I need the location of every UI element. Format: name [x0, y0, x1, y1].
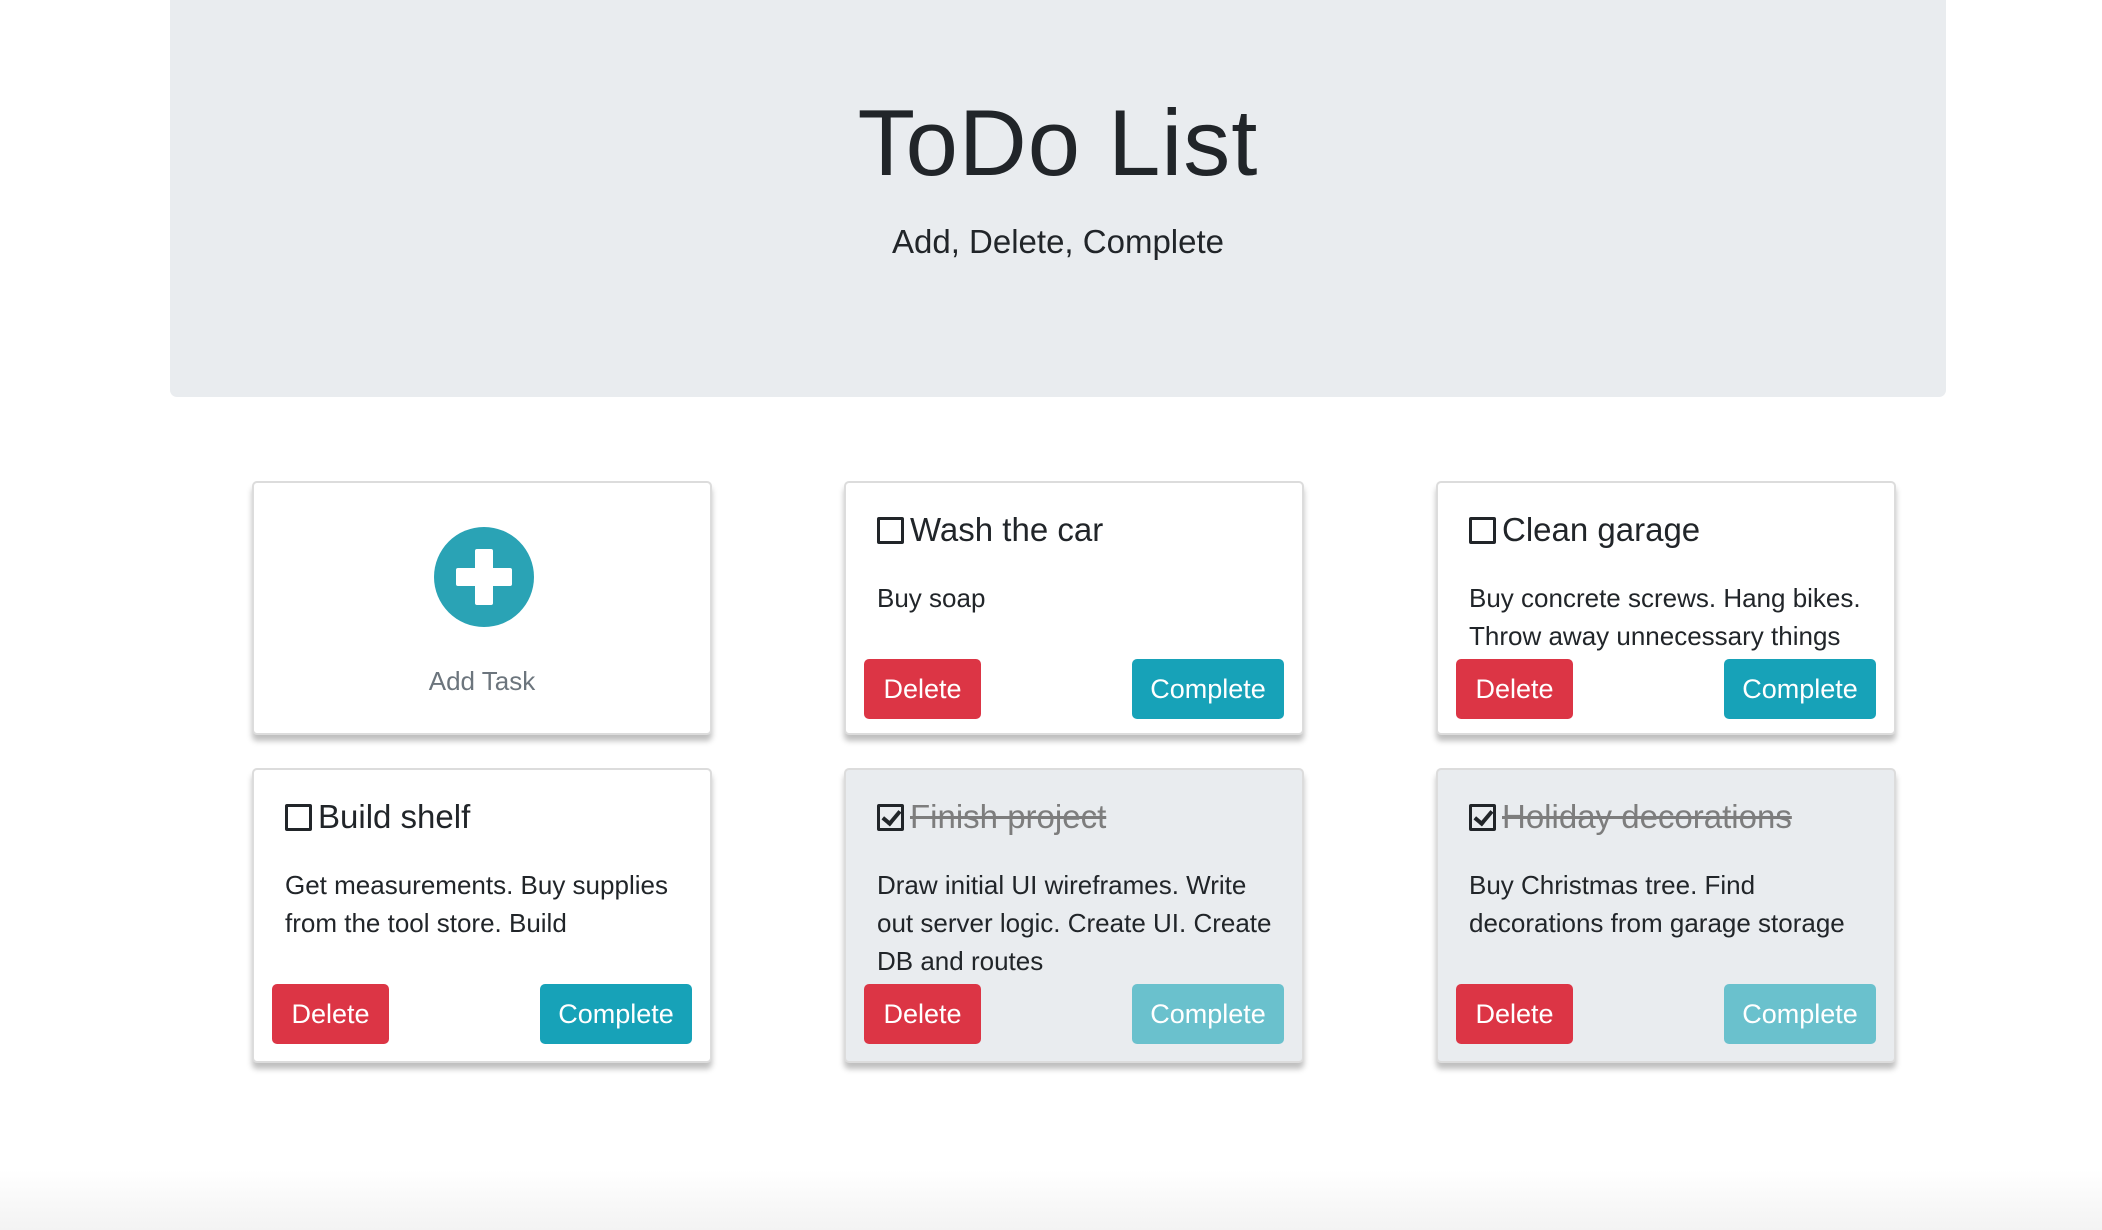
checkbox-unchecked-icon[interactable]	[1469, 516, 1496, 544]
delete-button[interactable]: Delete	[864, 984, 981, 1044]
task-card: Clean garage Buy concrete screws. Hang b…	[1436, 481, 1896, 735]
checkbox-unchecked-icon[interactable]	[877, 516, 904, 544]
task-title-text: Holiday decorations	[1502, 798, 1792, 835]
task-title-text: Wash the car	[910, 511, 1104, 548]
task-card: Wash the car Buy soap Delete Complete	[844, 481, 1304, 735]
add-icon[interactable]	[434, 527, 534, 627]
checkbox-checked-icon[interactable]	[877, 803, 904, 831]
task-description: Get measurements. Buy supplies from the …	[285, 870, 668, 938]
complete-button[interactable]: Complete	[1132, 984, 1284, 1044]
task-title-text: Finish project	[910, 798, 1107, 835]
add-task-label: Add Task	[428, 666, 536, 696]
complete-button[interactable]: Complete	[540, 984, 692, 1044]
task-description: Buy Christmas tree. Find decorations fro…	[1469, 870, 1845, 938]
complete-button[interactable]: Complete	[1724, 659, 1876, 719]
page-subtitle: Add, Delete, Complete	[891, 223, 1224, 260]
task-card-completed: Holiday decorations Buy Christmas tree. …	[1436, 768, 1896, 1063]
delete-button[interactable]: Delete	[1456, 984, 1573, 1044]
delete-button[interactable]: Delete	[272, 984, 389, 1044]
task-card-completed: Finish project Draw initial UI wireframe…	[844, 768, 1304, 1063]
delete-button[interactable]: Delete	[1456, 659, 1573, 719]
task-title: Wash the car	[877, 511, 1103, 549]
task-description: Buy concrete screws. Hang bikes. Throw a…	[1469, 583, 1861, 651]
delete-button[interactable]: Delete	[864, 659, 981, 719]
checkbox-unchecked-icon[interactable]	[285, 803, 312, 831]
task-title: Clean garage	[1469, 511, 1700, 549]
checkbox-checked-icon[interactable]	[1469, 803, 1496, 831]
task-title-text: Build shelf	[318, 798, 471, 835]
complete-button[interactable]: Complete	[1724, 984, 1876, 1044]
complete-button[interactable]: Complete	[1132, 659, 1284, 719]
task-title: Holiday decorations	[1469, 798, 1792, 836]
page-title: ToDo List	[857, 90, 1259, 195]
header-jumbotron: ToDo List Add, Delete, Complete	[170, 0, 1946, 397]
task-card: Build shelf Get measurements. Buy suppli…	[252, 768, 712, 1063]
page: ToDo List Add, Delete, Complete Add Task…	[0, 0, 2102, 1230]
task-title: Build shelf	[285, 798, 470, 836]
task-description: Buy soap	[877, 583, 986, 613]
task-title-text: Clean garage	[1502, 511, 1701, 548]
add-task-card[interactable]: Add Task	[252, 481, 712, 735]
task-title: Finish project	[877, 798, 1106, 836]
task-description: Draw initial UI wireframes. Write out se…	[877, 870, 1272, 976]
